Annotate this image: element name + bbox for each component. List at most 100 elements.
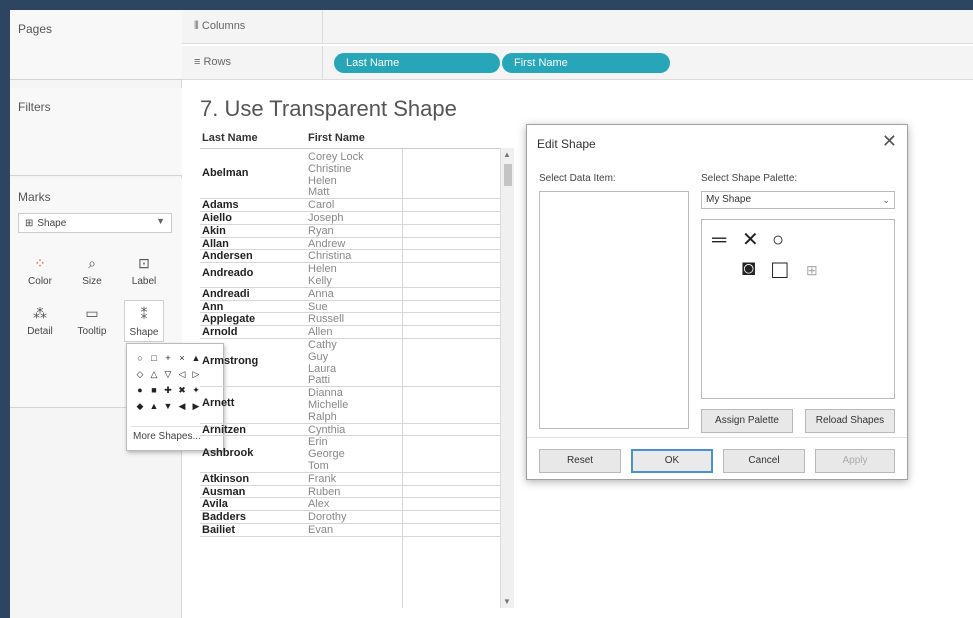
table-row[interactable]: Applegate Russell <box>200 313 500 327</box>
palette-dropdown[interactable]: My Shape ⌄ <box>701 191 895 209</box>
label-button[interactable]: ⊡ Label <box>124 250 164 292</box>
shape-option-filled-triangle-left[interactable]: ◀ <box>175 398 189 414</box>
size-button[interactable]: ⌕ Size <box>72 250 112 292</box>
table-row[interactable]: Ausman Ruben <box>200 486 500 499</box>
scroll-down-icon[interactable]: ▼ <box>503 597 511 606</box>
apply-button[interactable]: Apply <box>815 449 895 473</box>
reload-shapes-button[interactable]: Reload Shapes <box>805 409 895 433</box>
shape-icon: ⁑ <box>140 306 148 322</box>
table-row[interactable]: Andersen Christina <box>200 250 500 264</box>
table-row[interactable]: Andreado Helen Kelly <box>200 263 500 288</box>
table-row[interactable]: Arnitzen Cynthia <box>200 424 500 437</box>
first-name-cell: Alex <box>308 498 330 511</box>
table-row[interactable]: Ann Sue <box>200 301 500 314</box>
first-name-header[interactable]: First Name <box>308 132 365 144</box>
table-row[interactable]: Allan Andrew <box>200 238 500 251</box>
assign-palette-button[interactable]: Assign Palette <box>701 409 793 433</box>
ok-button[interactable]: OK <box>631 449 713 473</box>
table-row[interactable]: Abelman Corey Lock Christine Helen Matt <box>200 151 500 200</box>
table-row[interactable]: Adams Carol <box>200 199 500 212</box>
table-row[interactable]: Bailiet Evan <box>200 524 500 537</box>
first-name-cell: Russell <box>308 313 345 326</box>
chevron-down-icon: ▼ <box>156 216 165 226</box>
x-shape-icon[interactable]: ✕ <box>742 230 759 250</box>
shape-option-square[interactable]: □ <box>147 350 161 366</box>
marks-card-title: Marks <box>18 190 51 204</box>
last-name-cell: Applegate <box>202 313 256 326</box>
first-name-cell: Joseph <box>308 212 344 224</box>
table-row[interactable]: Arnett Dianna Michelle Ralph <box>200 387 500 424</box>
last-name-cell: Adams <box>202 199 239 212</box>
shape-button[interactable]: ⁑ Shape <box>124 300 164 342</box>
mark-type-dropdown[interactable]: ⊞ Shape ▼ <box>18 213 172 233</box>
last-name-header[interactable]: Last Name <box>202 132 258 144</box>
first-name-cell: Corey Lock <box>308 151 364 163</box>
table-row[interactable]: Badders Dorothy <box>200 511 500 524</box>
columns-shelf[interactable]: ⦀ Columns <box>182 10 973 44</box>
first-name-cell: Ruben <box>308 485 341 498</box>
size-button-label: Size <box>82 276 102 287</box>
vertical-scrollbar[interactable]: ▲ ▼ <box>500 148 514 608</box>
faint-shape-icon[interactable]: ⊞ <box>806 260 818 280</box>
label-icon: ⊡ <box>138 255 150 271</box>
first-name-cell: Ryan <box>308 224 334 237</box>
first-name-cell: Tom <box>308 459 329 472</box>
first-name-cell: Cathy <box>308 339 337 351</box>
scroll-up-icon[interactable]: ▲ <box>503 150 511 159</box>
first-name-cell: Frank <box>308 472 337 485</box>
tooltip-button[interactable]: ▭ Tooltip <box>72 300 112 342</box>
shape-option-triangle-up[interactable]: △ <box>147 366 161 382</box>
shape-option-triangle-left[interactable]: ◁ <box>175 366 189 382</box>
shape-option-x[interactable]: × <box>175 350 189 366</box>
table-row[interactable]: Atkinson Frank <box>200 473 500 486</box>
shape-option-filled-triangle-down[interactable]: ▼ <box>161 398 175 414</box>
left-pane: Pages Filters Marks ⊞ Shape ▼ ⁘ Color ⌕ … <box>10 10 182 618</box>
color-button[interactable]: ⁘ Color <box>20 250 60 292</box>
table-row[interactable]: Aiello Joseph <box>200 212 500 225</box>
close-icon[interactable]: ✕ <box>882 131 897 152</box>
shelf-divider <box>322 10 323 44</box>
more-shapes-link[interactable]: More Shapes... <box>133 431 201 442</box>
filters-card[interactable]: Filters <box>10 88 182 176</box>
table-row[interactable]: Avila Alex <box>200 498 500 512</box>
circle-shape-icon[interactable]: ○ <box>772 230 784 250</box>
rows-shelf[interactable]: ≡ Rows Last Name First Name <box>182 46 973 80</box>
table-row[interactable]: Ashbrook Erin George Tom <box>200 436 500 473</box>
reset-button[interactable]: Reset <box>539 449 621 473</box>
transparent-square-shape-icon[interactable]: □ <box>772 256 788 282</box>
first-name-cell: Erin <box>308 436 328 449</box>
shape-grid: ○ □ + × ▲ ◇ △ ▽ ◁ ▷ ● ■ ✚ ✖ ✦ ◆ ▲ ▼ ◀ ▶ <box>133 350 203 414</box>
shape-option-circle[interactable]: ○ <box>133 350 147 366</box>
table-row[interactable]: Armstrong Cathy Guy Laura Patti <box>200 339 500 388</box>
last-name-cell: Arnitzen <box>202 423 246 436</box>
shape-option-diamond[interactable]: ◇ <box>133 366 147 382</box>
shape-option-triangle-down[interactable]: ▽ <box>161 366 175 382</box>
shape-option-filled-square[interactable]: ■ <box>147 382 161 398</box>
table-row[interactable]: Andreadi Anna <box>200 288 500 301</box>
last-name-cell: Akin <box>202 224 226 237</box>
shape-option-filled-diamond[interactable]: ◆ <box>133 398 147 414</box>
tooltip-icon: ▭ <box>85 305 99 321</box>
first-name-pill[interactable]: First Name <box>502 53 670 73</box>
table-row[interactable]: Akin Ryan <box>200 225 500 238</box>
table-row[interactable]: Arnold Allen <box>200 326 500 339</box>
first-name-cell: Christina <box>308 250 352 263</box>
shape-option-filled-x[interactable]: ✖ <box>175 382 189 398</box>
pages-card[interactable]: Pages <box>10 10 182 80</box>
equals-shape-icon[interactable]: ═ <box>712 230 726 250</box>
logo-shape-icon[interactable]: ◙ <box>742 257 755 279</box>
shape-option-filled-circle[interactable]: ● <box>133 382 147 398</box>
shelf-divider <box>322 46 323 80</box>
first-name-cell: Carol <box>308 199 335 212</box>
filters-card-title: Filters <box>18 100 51 114</box>
shape-option-plus[interactable]: + <box>161 350 175 366</box>
cancel-button[interactable]: Cancel <box>723 449 805 473</box>
detail-button[interactable]: ⁂ Detail <box>20 300 60 342</box>
last-name-cell: Aiello <box>202 212 232 224</box>
shape-option-filled-plus[interactable]: ✚ <box>161 382 175 398</box>
scrollbar-thumb[interactable] <box>504 164 512 186</box>
last-name-pill[interactable]: Last Name <box>334 53 500 73</box>
data-item-list[interactable] <box>539 191 689 429</box>
first-name-cell: Dianna <box>308 387 343 400</box>
shape-option-filled-triangle[interactable]: ▲ <box>147 398 161 414</box>
